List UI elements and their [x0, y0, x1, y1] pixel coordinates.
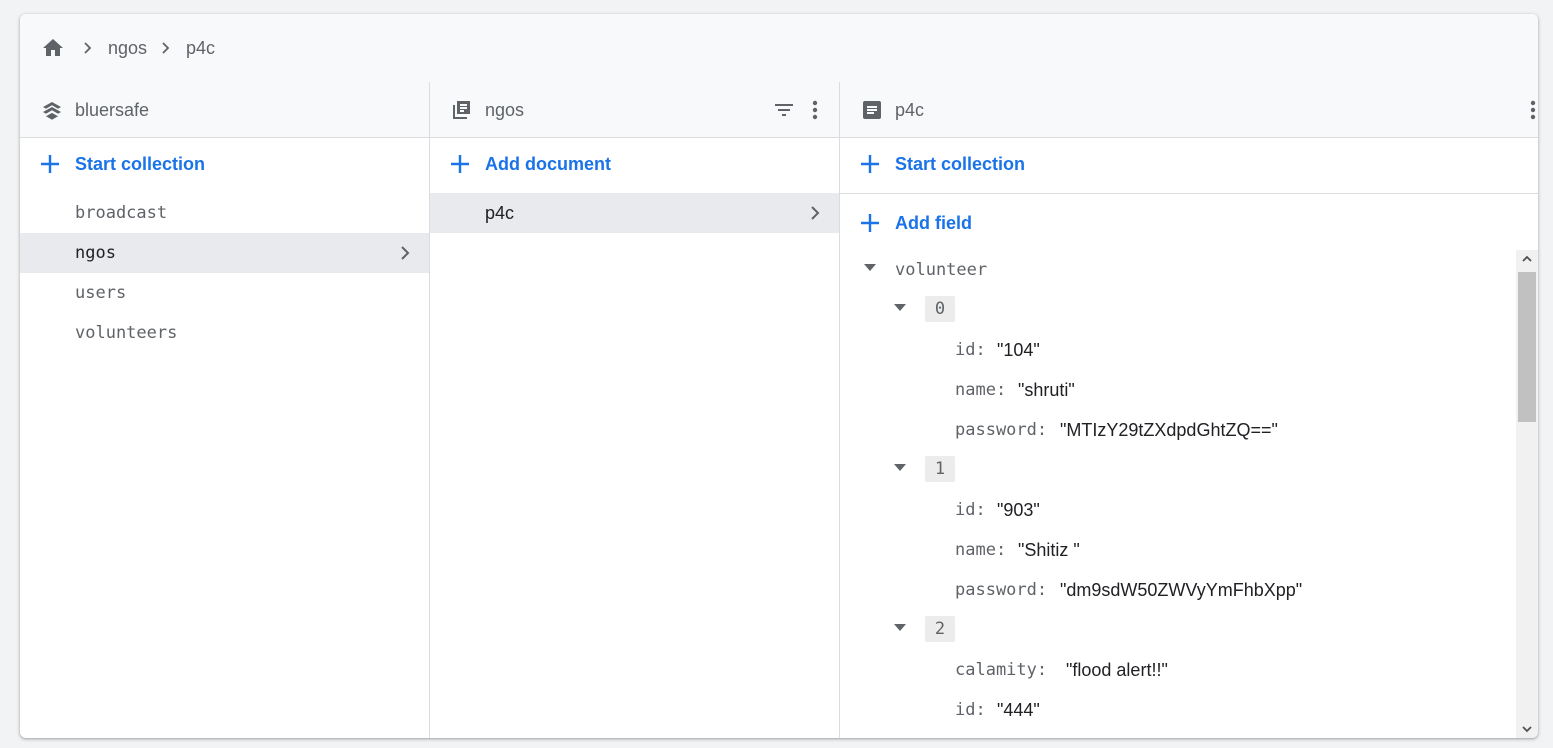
collection-item-ngos[interactable]: ngos — [20, 233, 429, 273]
filter-icon[interactable] — [772, 98, 796, 122]
firestore-data-panel: ngos p4c bluersafe Start collection broa… — [20, 14, 1538, 738]
collection-item-volunteers[interactable]: volunteers — [20, 313, 429, 353]
collection-label: users — [75, 283, 127, 303]
more-vert-icon[interactable] — [1521, 98, 1538, 122]
field-row[interactable]: name: "Shitiz " — [840, 530, 1516, 570]
field-row[interactable]: id: "444" — [840, 690, 1516, 730]
document-column-header: p4c — [840, 82, 1538, 138]
collection-column: ngos Add document p4c — [430, 82, 840, 738]
field-key: name: — [955, 380, 1007, 400]
more-vert-icon[interactable] — [803, 98, 827, 122]
field-value: "MTIzY29tZXdpdGhtZQ==" — [1060, 420, 1278, 440]
collection-item-broadcast[interactable]: broadcast — [20, 193, 429, 233]
chevron-right-icon — [162, 42, 170, 54]
field-key: password: — [955, 420, 1048, 440]
add-document-button[interactable]: Add document — [430, 137, 839, 192]
collection-label: volunteers — [75, 323, 178, 343]
field-row[interactable]: name: "shruti" — [840, 370, 1516, 410]
field-value: "903" — [997, 500, 1040, 520]
home-icon[interactable] — [40, 36, 66, 60]
collapse-arrow-icon[interactable] — [894, 464, 906, 471]
field-value: "shruti" — [1018, 380, 1075, 400]
array-index-row: 0 — [840, 290, 1516, 330]
project-title: bluersafe — [75, 100, 150, 120]
start-collection-label: Start collection — [75, 154, 206, 174]
array-index-badge: 1 — [925, 456, 955, 482]
chevron-right-icon — [84, 42, 92, 54]
field-row[interactable]: password: "dm9sdW50ZWVyYmFhbXpp" — [840, 570, 1516, 610]
scroll-up-icon[interactable] — [1521, 254, 1533, 264]
field-value: "444" — [997, 700, 1040, 720]
field-key: name: — [955, 540, 1007, 560]
start-collection-button[interactable]: Start collection — [20, 137, 429, 192]
start-subcollection-button[interactable]: Start collection — [840, 137, 1538, 192]
collection-column-header: ngos — [430, 82, 839, 138]
collapse-arrow-icon[interactable] — [864, 264, 876, 271]
scrollbar-thumb[interactable] — [1518, 272, 1536, 422]
chevron-right-icon — [811, 206, 820, 220]
collection-item-users[interactable]: users — [20, 273, 429, 313]
vertical-scrollbar[interactable] — [1516, 250, 1538, 738]
field-row[interactable]: password: "MTIzY29tZXdpdGhtZQ==" — [840, 410, 1516, 450]
plus-icon — [861, 214, 879, 232]
chevron-right-icon — [401, 246, 410, 260]
collapse-arrow-icon[interactable] — [894, 304, 906, 311]
collection-icon — [453, 101, 470, 119]
breadcrumb-item-p4c[interactable]: p4c — [186, 38, 215, 59]
document-item-p4c[interactable]: p4c — [430, 193, 839, 233]
field-value: "Shitiz " — [1018, 540, 1080, 560]
document-icon — [863, 101, 881, 119]
document-label: p4c — [485, 203, 515, 223]
breadcrumb-item-ngos[interactable]: ngos — [108, 38, 147, 59]
field-row-volunteer: volunteer — [840, 250, 1516, 290]
field-key: id: — [955, 500, 986, 520]
collection-label: broadcast — [75, 203, 168, 223]
breadcrumb: ngos p4c — [20, 14, 1538, 83]
field-value: "104" — [997, 340, 1040, 360]
array-index-badge: 0 — [925, 296, 955, 322]
field-value: "flood alert!!" — [1066, 660, 1168, 680]
plus-icon — [451, 155, 469, 173]
add-field-button[interactable]: Add field — [840, 194, 1538, 241]
start-collection-label: Start collection — [895, 154, 1026, 174]
firestore-stack-icon — [43, 102, 61, 120]
field-tree: volunteer 0 id: "104" name: "shruti" pas… — [840, 250, 1516, 738]
field-row[interactable]: id: "104" — [840, 330, 1516, 370]
root-column-header: bluersafe — [20, 82, 429, 138]
field-key: password: — [955, 580, 1048, 600]
root-collections-column: bluersafe Start collection broadcast ngo… — [20, 82, 430, 738]
document-title: p4c — [895, 100, 925, 120]
array-index-row: 1 — [840, 450, 1516, 490]
add-document-label: Add document — [485, 154, 611, 174]
array-index-badge: 2 — [925, 616, 955, 642]
collapse-arrow-icon[interactable] — [894, 624, 906, 631]
document-column: p4c Start collection Add field volunteer — [840, 82, 1538, 738]
field-row[interactable]: calamity: "flood alert!!" — [840, 650, 1516, 690]
field-key: volunteer — [895, 260, 988, 280]
collection-label: ngos — [75, 243, 116, 263]
field-value: "dm9sdW50ZWVyYmFhbXpp" — [1060, 580, 1303, 600]
plus-icon — [41, 155, 59, 173]
array-index-row: 2 — [840, 610, 1516, 650]
collection-title: ngos — [485, 100, 525, 120]
field-key: calamity: — [955, 660, 1048, 680]
field-row[interactable]: id: "903" — [840, 490, 1516, 530]
scroll-down-icon[interactable] — [1521, 724, 1533, 734]
add-field-label: Add field — [895, 213, 972, 233]
field-key: id: — [955, 340, 986, 360]
plus-icon — [861, 155, 879, 173]
field-key: id: — [955, 700, 986, 720]
